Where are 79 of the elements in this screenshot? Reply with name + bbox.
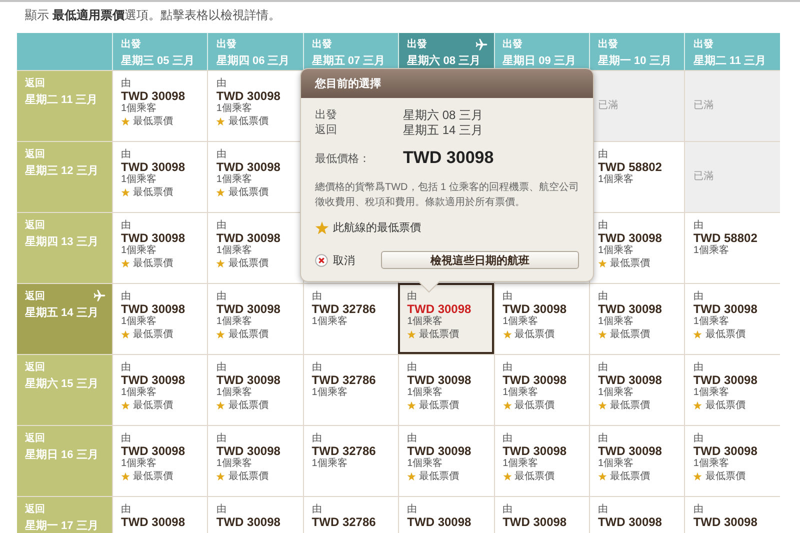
- fare-cell[interactable]: 由 TWD 30098: [494, 496, 589, 533]
- fare-cell[interactable]: 由 TWD 32786: [302, 496, 398, 533]
- star-icon: [121, 401, 130, 410]
- star-icon: [121, 259, 130, 268]
- fare-cell[interactable]: 由 TWD 30098 1個乘客 最低票價: [207, 283, 303, 354]
- star-icon: [598, 401, 607, 410]
- star-icon: [693, 401, 702, 410]
- fare-cell[interactable]: 由 TWD 32786 1個乘客: [302, 354, 398, 425]
- star-icon: [216, 259, 226, 268]
- fare-cell[interactable]: 由 TWD 30098: [684, 496, 780, 533]
- star-icon: [502, 472, 512, 481]
- star-icon: [216, 117, 226, 126]
- price-note: 總價格的貨幣爲TWD，包括 1 位乘客的回程機票、航空公司徵收費用、稅項和費用。條款適用於所有票價。: [315, 180, 579, 210]
- fare-cell[interactable]: 由 TWD 30098 1個乘客 最低票價: [207, 354, 303, 425]
- star-icon: [693, 472, 702, 481]
- fare-cell[interactable]: 由 TWD 30098 1個乘客 最低票價: [684, 283, 780, 354]
- fare-cell[interactable]: 由 TWD 30098: [112, 496, 208, 533]
- star-icon: [216, 188, 226, 197]
- fare-cell[interactable]: 由 TWD 30098 1個乘客 最低票價: [588, 212, 684, 283]
- date-value: 星期六 08 三月: [403, 108, 484, 123]
- legend-text: 此航線的最低票價: [333, 220, 421, 235]
- fare-cell[interactable]: 由 TWD 30098 1個乘客 最低票價: [398, 283, 494, 354]
- fare-cell[interactable]: 由 TWD 30098 1個乘客 最低票價: [494, 425, 589, 496]
- airplane-icon: [474, 38, 488, 51]
- fare-cell[interactable]: 由 TWD 30098 1個乘客 最低票價: [112, 425, 208, 496]
- star-icon: [598, 472, 607, 481]
- fare-cell[interactable]: 由 TWD 30098 1個乘客 最低票價: [112, 212, 208, 283]
- fare-cell[interactable]: 由 TWD 30098 1個乘客 最低票價: [588, 283, 684, 354]
- star-icon: [407, 472, 416, 481]
- intro-text: 顯示 最低適用票價選項。點擊表格以檢視詳情。: [24, 7, 282, 24]
- fare-cell[interactable]: 由 TWD 30098: [398, 496, 494, 533]
- fare-cell[interactable]: 由 TWD 30098 1個乘客 最低票價: [207, 212, 303, 283]
- fare-cell[interactable]: 由 TWD 30098 1個乘客 最低票價: [588, 354, 684, 425]
- fare-cell[interactable]: 由 TWD 30098 1個乘客 最低票價: [112, 141, 208, 212]
- star-icon: [598, 330, 607, 339]
- sold-out-cell: 已滿: [684, 141, 780, 212]
- fare-cell[interactable]: 由 TWD 30098 1個乘客 最低票價: [112, 354, 208, 425]
- fare-cell[interactable]: 由 TWD 30098 1個乘客 最低票價: [398, 425, 494, 496]
- fare-cell[interactable]: 由 TWD 30098 1個乘客 最低票價: [494, 283, 589, 354]
- view-flights-button[interactable]: 檢視這些日期的航班: [381, 251, 579, 269]
- fare-cell[interactable]: 由 TWD 30098 1個乘客 最低票價: [684, 354, 780, 425]
- fare-cell[interactable]: 由 TWD 30098 1個乘客 最低票價: [684, 425, 780, 496]
- fare-cell[interactable]: 由 TWD 32786 1個乘客: [302, 425, 398, 496]
- fare-cell[interactable]: 由 TWD 32786 1個乘客: [302, 283, 398, 354]
- date-value: 星期五 14 三月: [403, 123, 484, 138]
- airplane-icon: [93, 289, 106, 302]
- fare-cell[interactable]: 由 TWD 30098 1個乘客 最低票價: [398, 354, 494, 425]
- star-icon: [407, 330, 416, 339]
- fare-cell[interactable]: 由 TWD 30098 1個乘客 最低票價: [207, 425, 303, 496]
- star-icon: [216, 330, 226, 339]
- star-icon: [502, 330, 512, 339]
- fare-cell[interactable]: 由 TWD 30098 1個乘客 最低票價: [207, 70, 303, 141]
- star-icon: [693, 330, 702, 339]
- cancel-button[interactable]: 取消: [315, 252, 355, 268]
- date-label: 出發: [315, 108, 338, 123]
- fare-cell[interactable]: 由 TWD 58802 1個乘客: [684, 212, 780, 283]
- star-icon: [598, 259, 607, 268]
- fare-cell[interactable]: 由 TWD 30098 1個乘客 最低票價: [207, 141, 303, 212]
- fare-cell[interactable]: 由 TWD 30098 1個乘客 最低票價: [494, 354, 589, 425]
- star-icon: [216, 472, 226, 481]
- lowest-price: TWD 30098: [403, 148, 495, 168]
- star-icon: [121, 330, 130, 339]
- fare-cell[interactable]: 由 TWD 30098 1個乘客 最低票價: [588, 425, 684, 496]
- date-label: 返回: [315, 123, 338, 138]
- close-icon: [315, 254, 328, 266]
- fare-cell[interactable]: 由 TWD 30098 1個乘客 最低票價: [112, 70, 208, 141]
- sold-out-cell: 已滿: [684, 70, 780, 141]
- fare-cell[interactable]: 由 TWD 30098 1個乘客 最低票價: [112, 283, 208, 354]
- star-icon: [216, 401, 226, 410]
- star-icon: [121, 117, 130, 126]
- fare-cell[interactable]: 由 TWD 30098: [588, 496, 684, 533]
- star-icon: [315, 220, 329, 234]
- star-icon: [121, 188, 130, 197]
- fare-cell[interactable]: 由 TWD 30098: [207, 496, 303, 533]
- star-icon: [121, 472, 130, 481]
- popover-title: 您目前的選擇: [301, 69, 593, 98]
- price-label: 最低價格：: [315, 152, 371, 166]
- star-icon: [502, 401, 512, 410]
- star-icon: [407, 401, 416, 410]
